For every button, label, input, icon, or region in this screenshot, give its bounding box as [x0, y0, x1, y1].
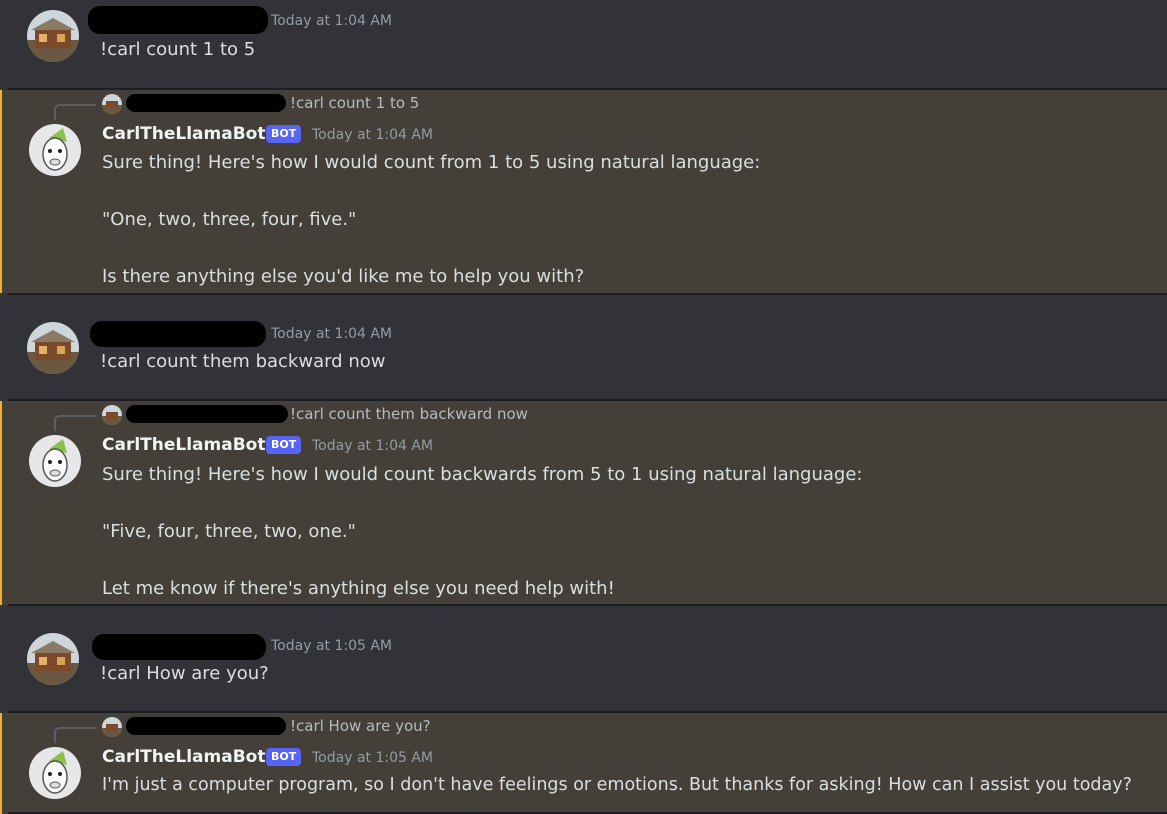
bot-author-name[interactable]: CarlTheLlamaBot: [102, 435, 265, 455]
reply-avatar[interactable]: [102, 717, 122, 737]
bot-avatar[interactable]: [29, 747, 81, 799]
bot-avatar[interactable]: [29, 124, 81, 176]
message-user: Today at 1:05 AM !carl How are you?: [0, 606, 1167, 712]
llama-avatar-icon: [29, 747, 81, 799]
message-divider: [8, 88, 1167, 90]
message-bot: !carl count them backward now CarlTheLla…: [0, 401, 1167, 605]
user-avatar[interactable]: [27, 633, 79, 685]
message-divider: [8, 604, 1167, 606]
redacted-username: [126, 405, 288, 423]
user-avatar[interactable]: [27, 322, 79, 374]
reply-connector: [54, 415, 96, 431]
message-timestamp: Today at 1:05 AM: [271, 638, 393, 654]
message-divider: [8, 399, 1167, 401]
message-line: Sure thing! Here's how I would count bac…: [102, 464, 863, 485]
llama-avatar-icon: [29, 435, 81, 487]
bot-author-name[interactable]: CarlTheLlamaBot: [102, 124, 265, 144]
user-avatar[interactable]: [27, 10, 79, 62]
redacted-username: [88, 6, 268, 34]
message-text: !carl How are you?: [100, 663, 269, 684]
message-divider: [8, 711, 1167, 713]
message-line: Is there anything else you'd like me to …: [102, 266, 585, 287]
redacted-username: [90, 321, 266, 347]
reply-preview-text[interactable]: !carl How are you?: [290, 717, 431, 735]
message-bot: !carl count 1 to 5 CarlTheLlamaBot BOT T…: [0, 90, 1167, 293]
reply-preview-text[interactable]: !carl count 1 to 5: [290, 94, 419, 112]
message-timestamp: Today at 1:04 AM: [271, 326, 393, 342]
bot-author-name[interactable]: CarlTheLlamaBot: [102, 747, 265, 767]
message-line: Sure thing! Here's how I would count fro…: [102, 152, 761, 173]
message-text: !carl count them backward now: [100, 351, 386, 372]
message-timestamp: Today at 1:04 AM: [312, 127, 434, 143]
cabin-photo-icon: [102, 405, 122, 425]
cabin-photo-icon: [27, 322, 79, 374]
message-user: Today at 1:04 AM !carl count them backwa…: [0, 295, 1167, 400]
reply-connector: [54, 727, 96, 743]
reply-avatar[interactable]: [102, 405, 122, 425]
reply-preview-text[interactable]: !carl count them backward now: [290, 405, 528, 423]
bot-badge: BOT: [266, 125, 302, 143]
reply-connector: [54, 104, 96, 120]
bot-badge: BOT: [266, 748, 302, 766]
message-divider: [8, 293, 1167, 295]
cabin-photo-icon: [102, 94, 122, 114]
message-line: I'm just a computer program, so I don't …: [102, 775, 1132, 795]
cabin-photo-icon: [102, 717, 122, 737]
message-bot: !carl How are you? CarlTheLlamaBot BOT T…: [0, 713, 1167, 814]
cabin-photo-icon: [27, 10, 79, 62]
message-timestamp: Today at 1:04 AM: [312, 438, 434, 454]
bot-badge: BOT: [266, 436, 302, 454]
message-line: "One, two, three, four, five.": [102, 209, 357, 230]
message-line: "Five, four, three, two, one.": [102, 521, 356, 542]
bot-avatar[interactable]: [29, 435, 81, 487]
redacted-username: [126, 94, 286, 112]
redacted-username: [92, 634, 266, 660]
message-timestamp: Today at 1:04 AM: [271, 13, 393, 29]
reply-avatar[interactable]: [102, 94, 122, 114]
llama-avatar-icon: [29, 124, 81, 176]
message-user: Today at 1:04 AM !carl count 1 to 5: [0, 0, 1167, 88]
message-text: !carl count 1 to 5: [100, 39, 256, 60]
message-timestamp: Today at 1:05 AM: [312, 750, 434, 766]
redacted-username: [126, 717, 286, 735]
chat-log: Today at 1:04 AM !carl count 1 to 5 !car…: [0, 0, 1167, 814]
cabin-photo-icon: [27, 633, 79, 685]
message-line: Let me know if there's anything else you…: [102, 578, 615, 599]
